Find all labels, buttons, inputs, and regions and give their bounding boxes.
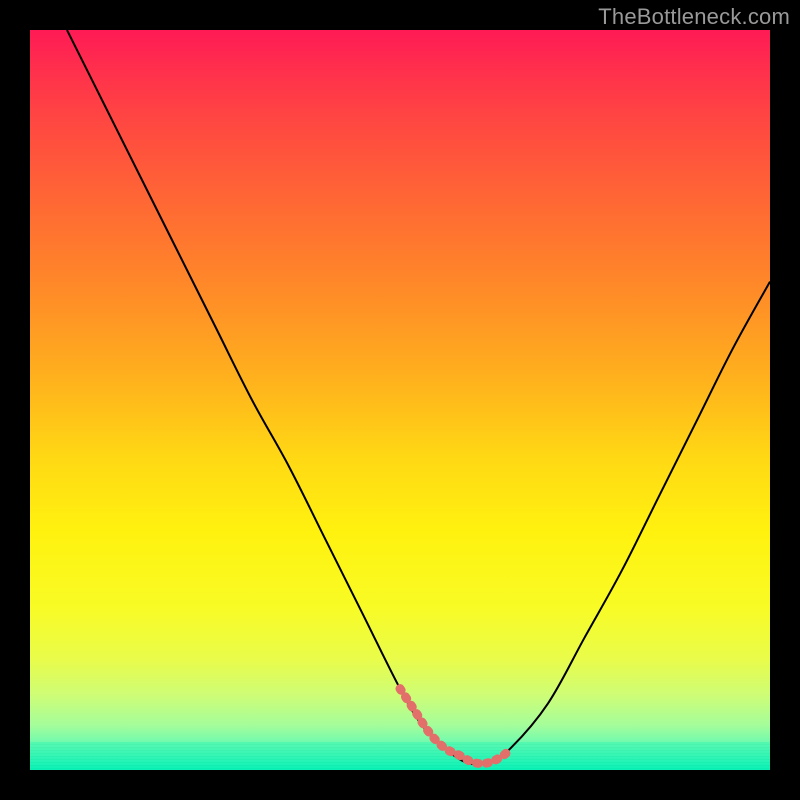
curve-layer: [30, 30, 770, 770]
bottleneck-curve: [67, 30, 770, 765]
watermark-text: TheBottleneck.com: [598, 4, 790, 30]
optimal-band-marker: [400, 689, 511, 764]
plot-area: [30, 30, 770, 770]
chart-frame: TheBottleneck.com: [0, 0, 800, 800]
